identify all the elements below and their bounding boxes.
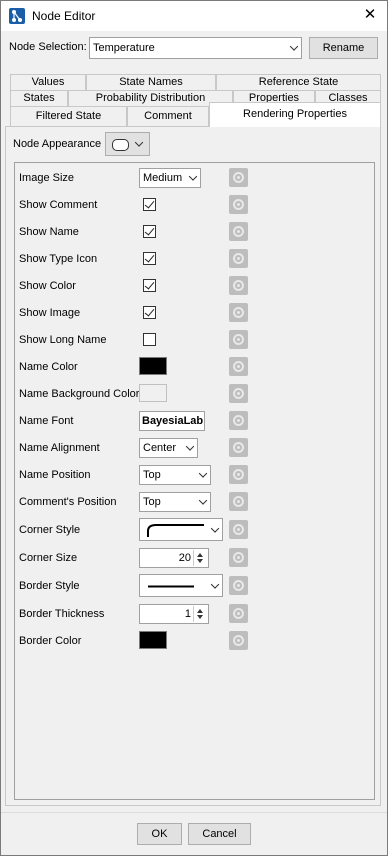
node-selection-label: Node Selection:: [9, 41, 87, 53]
chevron-down-icon: [289, 42, 299, 51]
reset-icon[interactable]: [229, 411, 248, 430]
reset-icon[interactable]: [229, 168, 248, 187]
node-editor-window: Node Editor ✕ Node Selection: Temperatur…: [0, 0, 388, 856]
border-style-combo[interactable]: [139, 574, 223, 597]
corner-size-spinner[interactable]: 20: [139, 548, 209, 568]
corner-style-combo[interactable]: [139, 518, 223, 541]
node-selection-combo[interactable]: Temperature: [89, 37, 302, 59]
comment-position-combo[interactable]: Top: [139, 492, 211, 512]
tab-reference-state[interactable]: Reference State: [216, 74, 381, 90]
show-image-label: Show Image: [19, 307, 81, 319]
spin-up-icon[interactable]: [197, 609, 203, 613]
node-appearance-label: Node Appearance: [13, 138, 102, 150]
border-color-label: Border Color: [19, 635, 82, 647]
reset-icon[interactable]: [229, 548, 248, 567]
show-type-icon-label: Show Type Icon: [19, 253, 98, 265]
reset-icon[interactable]: [229, 249, 248, 268]
close-button[interactable]: ✕: [361, 6, 379, 24]
reset-icon[interactable]: [229, 303, 248, 322]
show-color-checkbox[interactable]: [143, 279, 156, 292]
border-thickness-value: 1: [184, 608, 191, 620]
image-size-combo[interactable]: Medium: [139, 168, 201, 188]
name-color-swatch[interactable]: [139, 357, 167, 375]
corner-size-value: 20: [178, 552, 191, 564]
reset-icon[interactable]: [229, 631, 248, 650]
reset-icon[interactable]: [229, 330, 248, 349]
name-position-combo[interactable]: Top: [139, 465, 211, 485]
show-type-icon-checkbox[interactable]: [143, 252, 156, 265]
chevron-down-icon: [198, 496, 208, 505]
image-size-value: Medium: [143, 172, 183, 184]
reset-icon[interactable]: [229, 276, 248, 295]
tab-state-names[interactable]: State Names: [86, 74, 216, 90]
chevron-down-icon: [210, 523, 220, 533]
node-editor-icon: [9, 8, 25, 24]
reset-icon[interactable]: [229, 465, 248, 484]
show-long-name-label: Show Long Name: [19, 334, 107, 346]
tab-rendering-properties[interactable]: Rendering Properties: [209, 102, 381, 127]
node-appearance-combo[interactable]: [105, 132, 150, 156]
tab-states[interactable]: States: [10, 90, 68, 106]
rounded-corner-icon: [147, 524, 204, 537]
reset-icon[interactable]: [229, 604, 248, 623]
name-font-label: Name Font: [19, 415, 74, 427]
name-background-color-swatch[interactable]: [139, 384, 167, 402]
spin-up-icon[interactable]: [197, 553, 203, 557]
show-comment-label: Show Comment: [19, 199, 98, 211]
name-color-label: Name Color: [19, 361, 78, 373]
border-style-label: Border Style: [19, 580, 80, 592]
border-thickness-spinner[interactable]: 1: [139, 604, 209, 624]
title-bar: Node Editor ✕: [1, 1, 387, 31]
tab-comment[interactable]: Comment: [127, 106, 209, 126]
name-background-color-label: Name Background Color: [19, 388, 140, 400]
cancel-button[interactable]: Cancel: [188, 823, 251, 845]
rename-button[interactable]: Rename: [309, 37, 378, 59]
footer-divider: [1, 812, 387, 813]
node-selection-value: Temperature: [93, 42, 155, 54]
show-comment-checkbox[interactable]: [143, 198, 156, 211]
node-shape-icon: [112, 139, 129, 151]
corner-style-label: Corner Style: [19, 524, 81, 536]
reset-icon[interactable]: [229, 222, 248, 241]
reset-icon[interactable]: [229, 357, 248, 376]
reset-icon[interactable]: [229, 384, 248, 403]
window-title: Node Editor: [32, 9, 96, 23]
name-font-field[interactable]: BayesiaLab: [139, 411, 205, 431]
tab-values[interactable]: Values: [10, 74, 86, 90]
image-size-label: Image Size: [19, 172, 75, 184]
corner-size-label: Corner Size: [19, 552, 78, 564]
reset-icon[interactable]: [229, 520, 248, 539]
name-alignment-combo[interactable]: Center: [139, 438, 198, 458]
border-thickness-label: Border Thickness: [19, 608, 105, 620]
reset-icon[interactable]: [229, 492, 248, 511]
name-position-label: Name Position: [19, 469, 91, 481]
show-image-checkbox[interactable]: [143, 306, 156, 319]
chevron-down-icon: [210, 579, 220, 589]
chevron-down-icon: [198, 469, 208, 478]
show-name-checkbox[interactable]: [143, 225, 156, 238]
border-color-swatch[interactable]: [139, 631, 167, 649]
chevron-down-icon: [134, 138, 144, 147]
show-long-name-checkbox[interactable]: [143, 333, 156, 346]
name-alignment-label: Name Alignment: [19, 442, 100, 454]
comment-position-value: Top: [143, 496, 161, 508]
chevron-down-icon: [185, 442, 195, 451]
reset-icon[interactable]: [229, 576, 248, 595]
reset-icon[interactable]: [229, 195, 248, 214]
name-alignment-value: Center: [143, 442, 177, 454]
reset-icon[interactable]: [229, 438, 248, 457]
spin-down-icon[interactable]: [197, 559, 203, 563]
solid-line-icon: [148, 585, 194, 588]
chevron-down-icon: [188, 172, 198, 181]
tab-filtered-state[interactable]: Filtered State: [10, 106, 127, 126]
show-name-label: Show Name: [19, 226, 79, 238]
spin-down-icon[interactable]: [197, 615, 203, 619]
name-position-value: Top: [143, 469, 161, 481]
show-color-label: Show Color: [19, 280, 76, 292]
comment-position-label: Comment's Position: [19, 496, 117, 508]
ok-button[interactable]: OK: [137, 823, 182, 845]
